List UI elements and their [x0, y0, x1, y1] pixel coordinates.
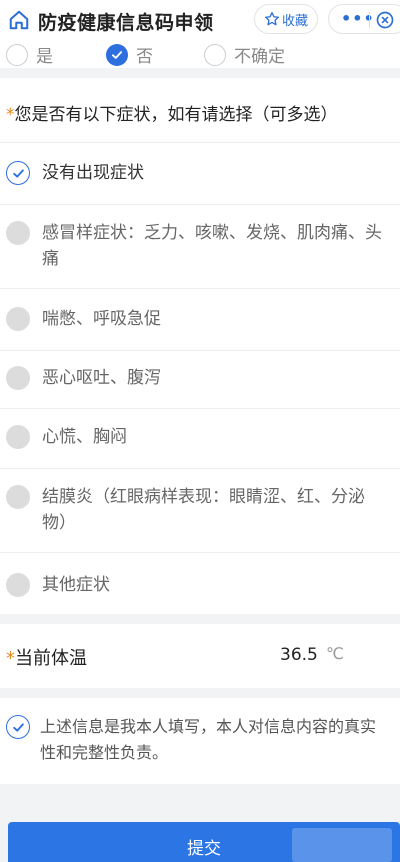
symptom-label: 心慌、胸闷: [42, 427, 127, 447]
checkbox-unchecked-icon: [6, 425, 30, 449]
divider: [0, 288, 400, 289]
checkbox-unchecked-icon: [6, 573, 30, 597]
symptoms-card: *您是否有以下症状，如有请选择（可多选） 没有出现症状 感冒样症状：乏力、咳嗽、…: [0, 78, 400, 614]
symptom-label: 恶心呕吐、腹泻: [42, 368, 161, 388]
divider: [0, 142, 400, 143]
temperature-label: *当前体温: [6, 644, 87, 670]
home-icon[interactable]: [8, 9, 30, 31]
radio-option-unsure[interactable]: 不确定: [204, 42, 285, 67]
symptom-option-conjunctivitis[interactable]: 结膜炎（红眼病样表现：眼睛涩、红、分泌物）: [6, 484, 382, 536]
required-mark: *: [6, 105, 15, 125]
required-mark: *: [6, 648, 15, 669]
declaration-checkbox[interactable]: 上述信息是我本人填写，本人对信息内容的真实性和完整性负责。: [6, 714, 390, 766]
capsule-divider: [369, 12, 370, 28]
previous-question-options: 是 否 不确定: [0, 40, 400, 68]
favorite-label: 收藏: [281, 13, 308, 29]
radio-checked-icon: [106, 43, 128, 66]
radio-option-yes[interactable]: 是: [6, 42, 53, 67]
symptom-label: 感冒样症状：乏力、咳嗽、发烧、肌肉痛、头痛: [42, 223, 382, 269]
symptom-label: 其他症状: [42, 575, 110, 595]
checkbox-unchecked-icon: [6, 221, 30, 245]
radio-label: 是: [36, 47, 53, 67]
declaration-text: 上述信息是我本人填写，本人对信息内容的真实性和完整性负责。: [40, 717, 377, 762]
divider: [0, 350, 400, 351]
symptom-option-other[interactable]: 其他症状: [6, 572, 382, 598]
symptom-option-chest[interactable]: 心慌、胸闷: [6, 424, 382, 450]
declaration-card: 上述信息是我本人填写，本人对信息内容的真实性和完整性负责。: [0, 698, 400, 784]
checkbox-checked-icon: [6, 161, 30, 185]
divider: [0, 552, 400, 553]
favorite-button[interactable]: 收藏: [254, 4, 318, 34]
nav-header: 防疫健康信息码申领 收藏 •••: [0, 0, 400, 40]
symptom-label: 结膜炎（红眼病样表现：眼睛涩、红、分泌物）: [42, 487, 365, 533]
radio-unchecked-icon: [204, 43, 226, 66]
close-icon[interactable]: [375, 10, 395, 30]
temperature-unit: ℃: [326, 644, 344, 663]
symptom-option-none[interactable]: 没有出现症状: [6, 160, 382, 186]
divider: [0, 468, 400, 469]
watermark-overlay: [292, 828, 392, 862]
checkbox-unchecked-icon: [6, 307, 30, 331]
symptoms-question-text: 您是否有以下症状，如有请选择（可多选）: [14, 105, 338, 125]
checkbox-checked-icon: [6, 715, 30, 739]
temperature-label-text: 当前体温: [15, 648, 87, 669]
checkbox-unchecked-icon: [6, 485, 30, 509]
symptom-option-nausea[interactable]: 恶心呕吐、腹泻: [6, 365, 382, 391]
radio-unchecked-icon: [6, 43, 28, 66]
symptoms-question: *您是否有以下症状，如有请选择（可多选）: [6, 100, 338, 125]
symptom-label: 没有出现症状: [42, 163, 144, 183]
symptom-option-breathing[interactable]: 喘憋、呼吸急促: [6, 306, 382, 332]
checkbox-unchecked-icon: [6, 366, 30, 390]
star-icon: [264, 12, 279, 26]
temperature-input[interactable]: 36.5: [280, 645, 318, 665]
symptom-label: 喘憋、呼吸急促: [42, 309, 161, 329]
radio-option-no[interactable]: 否: [106, 42, 153, 67]
page-title: 防疫健康信息码申领: [38, 12, 214, 34]
radio-label: 不确定: [234, 47, 285, 67]
miniapp-capsule: •••: [328, 4, 400, 34]
temperature-card: *当前体温 36.5 ℃: [0, 624, 400, 688]
divider: [0, 408, 400, 409]
symptom-option-cold[interactable]: 感冒样症状：乏力、咳嗽、发烧、肌肉痛、头痛: [6, 220, 382, 272]
divider: [0, 204, 400, 205]
radio-label: 否: [136, 47, 153, 67]
